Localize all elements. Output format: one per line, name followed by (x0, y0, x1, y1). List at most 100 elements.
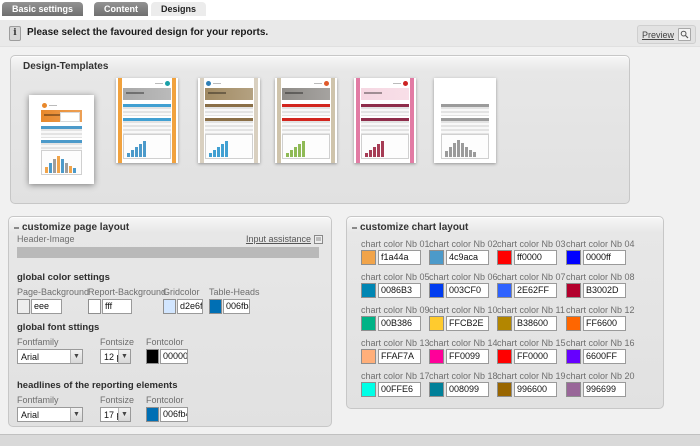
template-chart-bar (469, 150, 472, 157)
chart-color-input[interactable]: 0086B3 (378, 283, 421, 298)
gridcolor-input[interactable]: d2e6ff (177, 299, 203, 314)
headline-fontcolor-input[interactable]: 006fb4 (160, 407, 188, 422)
chart-color-swatch[interactable] (361, 283, 376, 298)
chart-color-cell-01: chart color Nb 01f1a44a (361, 239, 429, 272)
chart-color-label: chart color Nb 14 (429, 338, 497, 348)
template-logo-text (314, 83, 322, 84)
fontcolor-input[interactable]: 000000 (160, 349, 188, 364)
chart-color-swatch[interactable] (566, 382, 581, 397)
fontcolor-swatch[interactable] (146, 349, 159, 364)
chart-color-label: chart color Nb 02 (429, 239, 497, 249)
template-header-title (126, 92, 144, 94)
template-red-design[interactable] (275, 78, 337, 163)
chart-color-input[interactable]: FFAF7A (378, 349, 421, 364)
chart-color-swatch[interactable] (361, 316, 376, 331)
template-chart-bar (461, 143, 464, 157)
design-templates-panel: Design-Templates (10, 55, 630, 204)
chart-color-swatch[interactable] (361, 250, 376, 265)
headline-fontfamily-select[interactable]: Arial▼ (17, 407, 83, 422)
template-header-band (205, 88, 253, 100)
gridcolor-swatch[interactable] (163, 299, 176, 314)
chart-color-input[interactable]: FF6600 (583, 316, 626, 331)
fontfamily-select[interactable]: Arial▼ (17, 349, 83, 364)
template-blue-orange-stripes[interactable] (116, 78, 178, 163)
header-image-label: Header-Image (17, 234, 75, 244)
chart-color-swatch[interactable] (566, 316, 581, 331)
page-background-swatch[interactable] (17, 299, 30, 314)
chart-color-input[interactable]: FF0099 (446, 349, 489, 364)
preview-button[interactable]: Preview (637, 25, 696, 44)
template-chart-bar (377, 144, 380, 157)
collapse-icon[interactable] (14, 227, 19, 229)
chart-color-swatch[interactable] (497, 349, 512, 364)
chart-color-swatch[interactable] (429, 316, 444, 331)
tab-content[interactable]: Content (94, 2, 148, 16)
chart-color-input[interactable]: f1a44a (378, 250, 421, 265)
report-background-swatch[interactable] (88, 299, 101, 314)
chart-color-swatch[interactable] (497, 316, 512, 331)
tab-basic-settings[interactable]: Basic settings (2, 2, 83, 16)
chart-color-input[interactable]: 003CF0 (446, 283, 489, 298)
headline-fontsize-select[interactable]: 17 px▼ (100, 407, 131, 422)
chart-color-input[interactable]: B38600 (514, 316, 557, 331)
chart-color-swatch[interactable] (429, 382, 444, 397)
template-chart-bar (217, 147, 220, 157)
template-stripe (172, 78, 176, 163)
chart-color-input[interactable]: 00B386 (378, 316, 421, 331)
template-header-box (60, 112, 80, 122)
tab-designs[interactable]: Designs (151, 2, 206, 16)
chart-color-input[interactable]: 996600 (514, 382, 557, 397)
template-chart-bar (286, 153, 289, 157)
collapse-icon[interactable] (352, 227, 357, 229)
chart-color-input[interactable]: 2E62FF (514, 283, 557, 298)
chart-color-swatch[interactable] (566, 250, 581, 265)
template-chart (205, 134, 253, 159)
template-chart-bar (213, 150, 216, 157)
template-table-rows (205, 107, 253, 116)
chart-color-input[interactable]: FFCB2E (446, 316, 489, 331)
template-chart-bar (457, 140, 460, 157)
chart-color-input[interactable]: FF0000 (514, 349, 557, 364)
table-heads-swatch[interactable] (209, 299, 222, 314)
chart-color-input[interactable]: 008099 (446, 382, 489, 397)
chart-color-input[interactable]: 0000ff (583, 250, 626, 265)
report-background-label: Report-Background (88, 287, 166, 297)
input-assistance-link[interactable]: Input assistance (246, 234, 323, 244)
chevron-down-icon: ▼ (118, 350, 130, 363)
chart-color-swatch[interactable] (566, 283, 581, 298)
template-orange-curve-design[interactable] (29, 95, 94, 184)
chart-color-input[interactable]: 996699 (583, 382, 626, 397)
chart-color-input[interactable]: ff0000 (514, 250, 557, 265)
page-background-input[interactable]: eee (31, 299, 62, 314)
chart-color-input[interactable]: 4c9aca (446, 250, 489, 265)
chart-color-input[interactable]: 00FFE6 (378, 382, 421, 397)
chart-color-input[interactable]: B3002D (583, 283, 626, 298)
template-stripe (254, 78, 258, 163)
fontsize-select[interactable]: 12 px▼ (100, 349, 131, 364)
page-layout-panel: customize page layout Header-Image Input… (8, 216, 332, 427)
fontfamily-label: Fontfamily (17, 337, 59, 347)
chart-color-swatch[interactable] (497, 382, 512, 397)
chart-color-swatch[interactable] (429, 250, 444, 265)
chart-color-swatch[interactable] (497, 250, 512, 265)
template-plain-design[interactable] (434, 78, 496, 163)
chart-color-swatch[interactable] (566, 349, 581, 364)
template-chart-bar (449, 147, 452, 157)
template-table-section (282, 104, 330, 116)
chart-color-swatch[interactable] (429, 349, 444, 364)
chart-color-label: chart color Nb 19 (497, 371, 566, 381)
chart-color-input[interactable]: 6600FF (583, 349, 626, 364)
table-heads-input[interactable]: 006fb4 (223, 299, 250, 314)
chart-color-swatch[interactable] (497, 283, 512, 298)
chart-color-swatch[interactable] (429, 283, 444, 298)
report-background-input[interactable]: fff (102, 299, 132, 314)
chart-color-swatch[interactable] (361, 382, 376, 397)
template-pink-design[interactable] (354, 78, 416, 163)
template-sand-design[interactable] (198, 78, 260, 163)
chart-color-swatch[interactable] (361, 349, 376, 364)
design-templates-title: Design-Templates (23, 61, 108, 72)
header-image-input[interactable] (17, 247, 319, 258)
headline-fontcolor-swatch[interactable] (146, 407, 159, 422)
template-chart-bar (373, 147, 376, 157)
template-chart-bar (473, 152, 476, 157)
